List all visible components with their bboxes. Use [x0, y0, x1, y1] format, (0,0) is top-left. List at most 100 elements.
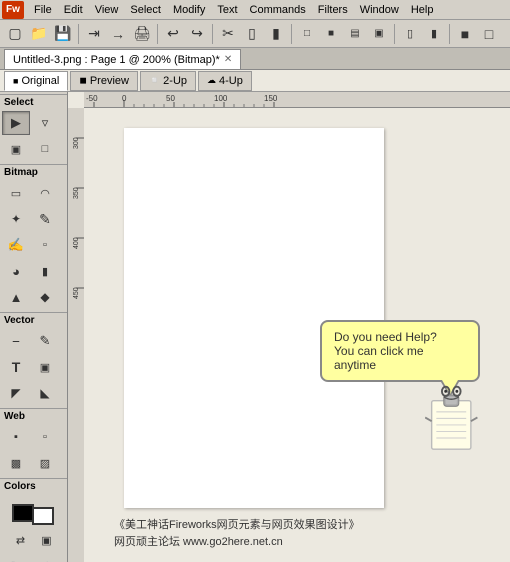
hotspot-tool[interactable]: ▪ [2, 425, 30, 449]
ungroup-button[interactable]: ▮ [423, 23, 445, 45]
pencil-tool[interactable]: ✍ [2, 233, 30, 257]
pointer-tool[interactable]: ▶ [2, 111, 30, 135]
blur-tool[interactable]: ◕ [2, 259, 30, 283]
undo-button[interactable]: ↩ [162, 23, 184, 45]
menu-select[interactable]: Select [124, 1, 167, 19]
stroke-fill-row [6, 497, 61, 525]
menu-view[interactable]: View [89, 1, 125, 19]
default-colors-button[interactable]: ▣ [34, 528, 59, 552]
paste-button[interactable]: ▮ [265, 23, 287, 45]
menu-window[interactable]: Window [354, 1, 405, 19]
save-button[interactable]: 💾 [52, 23, 74, 45]
pen-tool[interactable]: ✎ [31, 329, 59, 353]
cut-button[interactable]: ✂ [217, 23, 239, 45]
group-button[interactable]: ▯ [399, 23, 421, 45]
sep5 [394, 24, 395, 44]
preview-icon: ◼ [79, 75, 86, 86]
canvas-content[interactable]: Do you need Help? You can click me anyti… [84, 108, 510, 562]
redo-button[interactable]: ↪ [186, 23, 208, 45]
shape-tool[interactable]: ▣ [31, 355, 59, 379]
path-scrubber-tool[interactable]: ◣ [31, 381, 59, 405]
2up-label: 2-Up [163, 75, 187, 87]
toolbox: Select ▶ ▿ ▣ □ Bitmap ▭ ◠ ✦ ✎ ✍ ▫ ◕ ▮ ▲ … [0, 92, 68, 562]
extra2-button[interactable]: □ [478, 23, 500, 45]
document-tab[interactable]: Untitled-3.png : Page 1 @ 200% (Bitmap)*… [4, 49, 241, 69]
tab-4up[interactable]: ☁ 4-Up [198, 71, 252, 91]
web-tools-row1: ▪ ▫ [0, 424, 67, 450]
menu-filters[interactable]: Filters [312, 1, 354, 19]
freeform-tool[interactable]: ◤ [2, 381, 30, 405]
vector-tools-row2: T ▣ [0, 354, 67, 380]
menu-edit[interactable]: Edit [58, 1, 89, 19]
color-display: ⇄ ▣ [0, 494, 67, 556]
crop-tool[interactable]: □ [31, 137, 59, 161]
fill-color-swatch[interactable] [32, 507, 54, 525]
4up-label: 4-Up [219, 75, 243, 87]
ruler-left-svg: 300 350 400 450 [68, 108, 84, 562]
magic-wand-tool[interactable]: ✦ [2, 207, 30, 231]
tab-bar: Untitled-3.png : Page 1 @ 200% (Bitmap)*… [0, 48, 510, 70]
align-button[interactable]: ▤ [344, 23, 366, 45]
paint-bucket-tool[interactable]: ▲ [2, 285, 30, 309]
clippy-character[interactable] [425, 382, 485, 452]
export-button[interactable]: → [107, 23, 129, 45]
zoom-in-button[interactable]: □ [296, 23, 318, 45]
extra1-button[interactable]: ■ [454, 23, 476, 45]
tab-2up[interactable]: ◽ 2-Up [140, 71, 196, 91]
original-icon: ■ [13, 76, 18, 86]
tab-preview[interactable]: ◼ Preview [70, 71, 138, 91]
bitmap-section-label: Bitmap [0, 164, 67, 180]
web-tools-row2: ▩ ▨ [0, 450, 67, 476]
ruler-left: 300 350 400 450 [68, 108, 84, 562]
slice-tool[interactable]: ▫ [31, 425, 59, 449]
menu-bar: Fw File Edit View Select Modify Text Com… [0, 0, 510, 20]
show-slices-tool[interactable]: ▨ [31, 451, 59, 475]
menu-modify[interactable]: Modify [167, 1, 211, 19]
lasso-tool[interactable]: ◠ [31, 181, 59, 205]
sep4 [291, 24, 292, 44]
tab-close-button[interactable]: ✕ [224, 54, 232, 65]
vector-tools-row1: ⎯ ✎ [0, 328, 67, 354]
svg-text:50: 50 [166, 94, 175, 103]
zoom-tool[interactable]: 🔍 [2, 557, 30, 562]
zoom-out-button[interactable]: ■ [320, 23, 342, 45]
subselect-tool[interactable]: ▿ [31, 111, 59, 135]
print-button[interactable]: 🖨 [131, 23, 153, 45]
open-button[interactable]: 📁 [28, 23, 50, 45]
preview-label: Preview [90, 75, 129, 87]
bitmap-tools-row1: ▭ ◠ [0, 180, 67, 206]
copy-button[interactable]: ▯ [241, 23, 263, 45]
import-button[interactable]: ⇥ [83, 23, 105, 45]
eraser-tool[interactable]: ▫ [31, 233, 59, 257]
ruler-top: 0 50 100 150 -50 [84, 92, 510, 108]
hand-tool[interactable]: ✍ [31, 557, 59, 562]
menu-text[interactable]: Text [211, 1, 243, 19]
hide-slices-tool[interactable]: ▩ [2, 451, 30, 475]
toolbar: ▢ 📁 💾 ⇥ → 🖨 ↩ ↪ ✂ ▯ ▮ □ ■ ▤ ▣ ▯ ▮ ■ □ [0, 20, 510, 48]
text-tool[interactable]: T [2, 355, 30, 379]
menu-file[interactable]: File [28, 1, 58, 19]
scale-tool[interactable]: ▣ [2, 137, 30, 161]
brush-tool[interactable]: ✎ [31, 207, 59, 231]
eyedropper-tool[interactable]: ◆ [31, 285, 59, 309]
select-tools-row2: ▣ □ [0, 136, 67, 162]
color-tools-row: ⇄ ▣ [6, 527, 61, 553]
bottom-text: 《美工神话Fireworks网页元素与网页效果图设计》 网页顽主论坛 www.g… [114, 517, 360, 552]
canvas-area[interactable]: 0 50 100 150 -50 [68, 92, 510, 562]
stroke-color-swatch[interactable] [12, 504, 34, 522]
swap-colors-button[interactable]: ⇄ [8, 528, 33, 552]
rubber-stamp-tool[interactable]: ▮ [31, 259, 59, 283]
svg-text:-50: -50 [86, 94, 98, 103]
new-button[interactable]: ▢ [4, 23, 26, 45]
line-tool[interactable]: ⎯ [2, 329, 30, 353]
speech-bubble: Do you need Help? You can click me anyti… [320, 320, 480, 382]
menu-help[interactable]: Help [405, 1, 440, 19]
svg-text:100: 100 [214, 94, 228, 103]
zoom-hand-row: 🔍 ✍ [0, 556, 67, 562]
marquee-tool[interactable]: ▭ [2, 181, 30, 205]
menu-commands[interactable]: Commands [244, 1, 312, 19]
tab-original[interactable]: ■ Original [4, 71, 68, 91]
help-line2: You can click me anytime [334, 344, 466, 372]
distribute-button[interactable]: ▣ [368, 23, 390, 45]
bitmap-tools-row3: ✍ ▫ [0, 232, 67, 258]
